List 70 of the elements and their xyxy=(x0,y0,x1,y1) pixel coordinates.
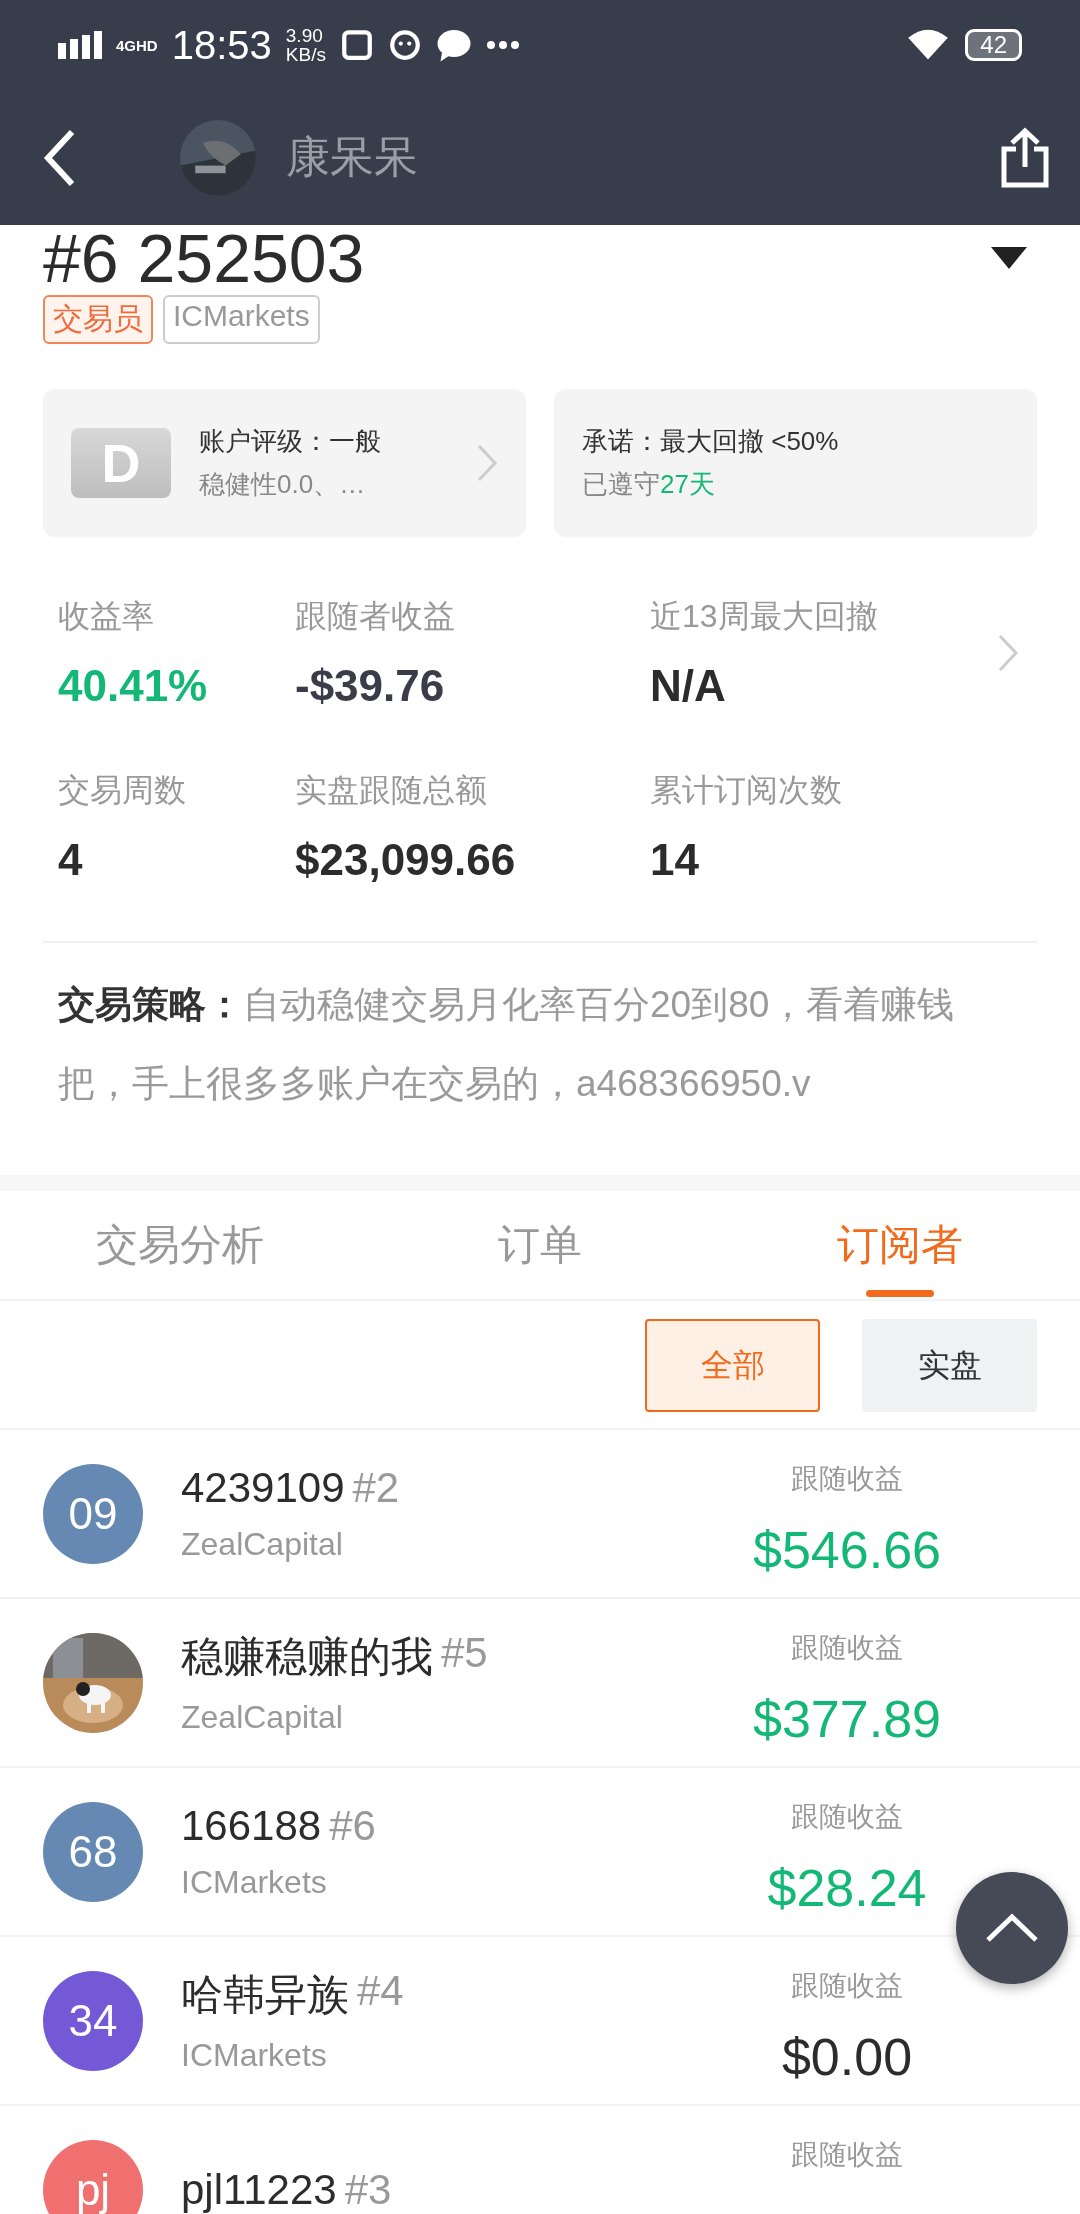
more-icon xyxy=(485,40,520,50)
avatar: 34 xyxy=(43,1970,143,2071)
network-type: 4GHD xyxy=(116,37,158,53)
subscriber-name: 166188 xyxy=(181,1802,322,1850)
profit-label: 跟随收益 xyxy=(791,1462,903,1496)
subscriber-rank: #6 xyxy=(329,1802,376,1850)
account-tag: ICMarkets xyxy=(163,295,320,344)
strategy-text: 交易策略：自动稳健交易月化率百分20到80，看着赚钱把，手上很多多账户在交易的，a468366950.v xyxy=(58,983,956,1106)
scroll-top-button[interactable] xyxy=(956,1872,1068,1984)
stat-value: 14 xyxy=(650,835,700,885)
profit-label: 跟随收益 xyxy=(791,1969,903,2003)
account-title: #6 252503 xyxy=(43,225,365,291)
stat-label: 交易周数 xyxy=(58,771,187,810)
rating-subtitle: 稳健性0.0、… xyxy=(199,468,367,501)
profit-label: 跟随收益 xyxy=(791,2138,903,2172)
rating-card[interactable]: D 账户评级：一般 稳健性0.0、… xyxy=(43,389,526,537)
profit-label: 跟随收益 xyxy=(791,1800,903,1834)
filter-button[interactable]: 实盘 xyxy=(862,1319,1037,1412)
share-button[interactable] xyxy=(1000,126,1050,189)
rating-title: 账户评级：一般 xyxy=(199,425,382,458)
tab[interactable]: 订阅者 xyxy=(720,1191,1080,1299)
subscriber-rank: #4 xyxy=(357,1967,404,2016)
broker-name: ICMarkets xyxy=(181,1864,328,1901)
chevron-right-icon xyxy=(476,443,498,483)
avatar: pj xyxy=(43,2139,143,2214)
profit-value: $28.24 xyxy=(767,1858,927,1918)
stat-value: $23,099.66 xyxy=(295,835,517,885)
stat-label: 跟随者收益 xyxy=(295,597,456,636)
stat-value: 40.41% xyxy=(58,661,209,711)
subscriber-name: 稳赚稳赚的我 xyxy=(181,1632,433,1682)
stat-label: 实盘跟随总额 xyxy=(295,771,488,810)
profit-value: $546.66 xyxy=(753,1520,941,1580)
broker-name: ZealCapital xyxy=(181,1526,344,1563)
speed-unit: KB/s xyxy=(285,45,326,64)
ghost-icon xyxy=(387,28,422,62)
tab[interactable]: 交易分析 xyxy=(0,1191,360,1299)
network-speed: 3.90 xyxy=(285,26,324,45)
dropdown-icon[interactable] xyxy=(991,247,1027,269)
stat-value: 4 xyxy=(58,835,84,885)
subscriber-rank: #5 xyxy=(441,1629,488,1678)
profit-value: $0.00 xyxy=(781,2027,913,2087)
header-title: 康呆呆 xyxy=(286,131,418,183)
subscriber-name: 哈韩异族 xyxy=(181,1970,349,2020)
stat-value: N/A xyxy=(650,661,727,711)
stat-label: 收益率 xyxy=(58,597,155,636)
signal-icon xyxy=(58,31,102,59)
chevron-up-icon xyxy=(984,1912,1040,1944)
account-tag: 交易员 xyxy=(43,295,153,344)
promise-kept-text: 已遵守27天 xyxy=(582,468,716,501)
clock: 18:53 xyxy=(171,22,272,68)
subscriber-rank: #2 xyxy=(352,1464,400,1512)
grade-badge: D xyxy=(71,428,171,498)
promise-title: 承诺：最大回撤 <50% xyxy=(582,425,840,458)
profit-value: $377.89 xyxy=(753,1689,941,1749)
avatar: 68 xyxy=(43,1801,143,1902)
broker-name: ICMarkets xyxy=(181,2037,328,2074)
broker-name: ZealCapital xyxy=(181,1699,344,1736)
stat-value: -$39.76 xyxy=(295,661,446,711)
profit-label: 跟随收益 xyxy=(791,1631,903,1665)
subscriber-rank: #3 xyxy=(344,2165,392,2214)
stat-label: 累计订阅次数 xyxy=(650,771,843,810)
subscriber-name: 4239109 xyxy=(181,1464,345,1512)
subscriber-name: pjl11223 xyxy=(181,2165,337,2214)
crop-icon xyxy=(339,28,374,62)
avatar: 09 xyxy=(43,1463,143,1564)
filter-button[interactable]: 全部 xyxy=(645,1319,820,1412)
stat-label: 近13周最大回撤 xyxy=(650,597,879,636)
tab[interactable]: 订单 xyxy=(360,1191,720,1299)
battery-level: 42 xyxy=(965,29,1022,61)
chat-icon xyxy=(435,28,472,62)
